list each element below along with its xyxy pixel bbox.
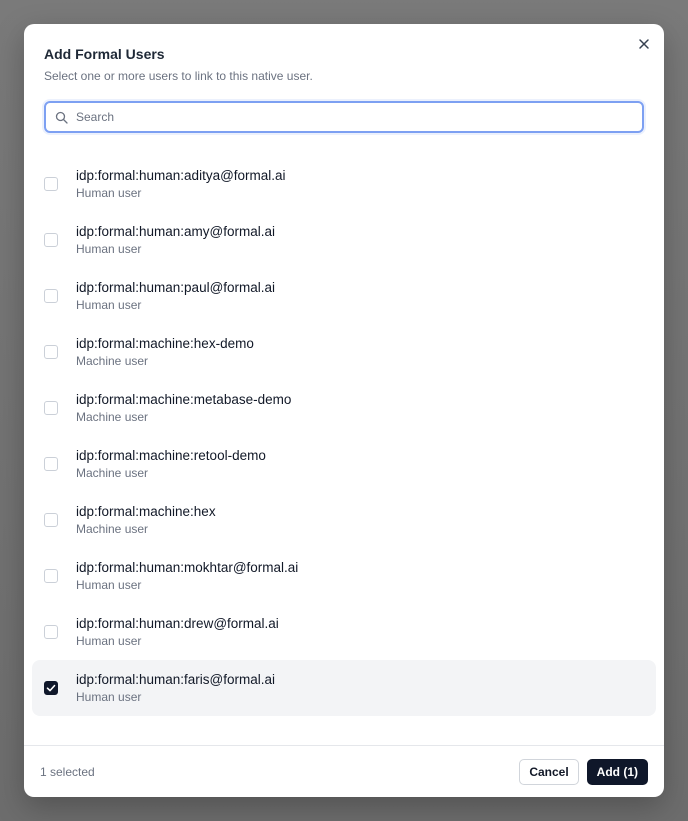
user-checkbox[interactable] [44,177,58,191]
user-type: Human user [76,690,142,704]
user-text: idp:formal:human:aditya@formal.ai Human u… [76,167,286,201]
user-name: idp:formal:machine:hex [76,504,216,519]
close-icon [639,39,649,49]
user-text: idp:formal:machine:metabase-demo Machine … [76,391,291,425]
user-name: idp:formal:human:mokhtar@formal.ai [76,560,299,575]
user-type: Machine user [76,354,149,368]
user-list-item[interactable]: idp:formal:human:mokhtar@formal.ai Human … [32,548,656,604]
user-checkbox[interactable] [44,625,58,639]
add-formal-users-dialog: Add Formal Users Select one or more user… [24,24,664,797]
user-name: idp:formal:human:amy@formal.ai [76,224,276,239]
check-icon [46,684,56,692]
user-checkbox[interactable] [44,457,58,471]
user-checkbox[interactable] [44,345,58,359]
user-list-item[interactable]: idp:formal:human:amy@formal.ai Human user [32,212,656,268]
user-list-item[interactable]: idp:formal:human:aditya@formal.ai Human u… [32,156,656,212]
user-type: Human user [76,634,142,648]
user-list: idp:formal:human:aditya@formal.ai Human u… [32,156,656,716]
user-text: idp:formal:human:mokhtar@formal.ai Human … [76,559,298,593]
user-name: idp:formal:human:aditya@formal.ai [76,168,286,183]
user-text: idp:formal:human:amy@formal.ai Human user [76,223,275,257]
user-type: Human user [76,578,142,592]
user-list-item[interactable]: idp:formal:machine:retool-demo Machine us… [32,436,656,492]
user-name: idp:formal:human:paul@formal.ai [76,280,276,295]
user-name: idp:formal:machine:retool-demo [76,448,266,463]
user-name: idp:formal:human:drew@formal.ai [76,616,279,631]
user-text: idp:formal:machine:retool-demo Machine us… [76,447,266,481]
user-name: idp:formal:machine:hex-demo [76,336,254,351]
search-icon [54,110,68,124]
footer-actions: Cancel Add (1) [519,758,648,785]
user-name: idp:formal:machine:metabase-demo [76,392,292,407]
user-type: Human user [76,186,142,200]
dialog-footer: 1 selected Cancel Add (1) [24,745,664,797]
user-type: Machine user [76,410,149,424]
cancel-button[interactable]: Cancel [519,758,579,785]
close-button[interactable] [636,36,652,52]
selected-count: 1 selected [40,764,95,779]
user-checkbox[interactable] [44,289,58,303]
user-list-item[interactable]: idp:formal:machine:hex Machine user [32,492,656,548]
user-type: Human user [76,298,142,312]
user-list-item[interactable]: idp:formal:machine:hex-demo Machine user [32,324,656,380]
dialog-title: Add Formal Users [44,46,165,62]
user-checkbox[interactable] [44,681,58,695]
user-checkbox[interactable] [44,401,58,415]
user-text: idp:formal:human:faris@formal.ai Human us… [76,671,275,705]
user-type: Machine user [76,522,149,536]
user-checkbox[interactable] [44,569,58,583]
add-button[interactable]: Add (1) [586,758,648,785]
user-checkbox[interactable] [44,513,58,527]
dialog-subtitle: Select one or more users to link to this… [44,69,313,83]
user-type: Machine user [76,466,149,480]
user-list-item[interactable]: idp:formal:human:faris@formal.ai Human us… [32,660,656,716]
user-type: Human user [76,242,142,256]
user-name: idp:formal:human:faris@formal.ai [76,672,276,687]
search-input[interactable] [74,109,618,125]
user-text: idp:formal:machine:hex-demo Machine user [76,335,254,369]
user-list-item[interactable]: idp:formal:human:drew@formal.ai Human use… [32,604,656,660]
user-text: idp:formal:human:paul@formal.ai Human use… [76,279,275,313]
user-text: idp:formal:machine:hex Machine user [76,503,216,537]
user-list-item[interactable]: idp:formal:human:paul@formal.ai Human use… [32,268,656,324]
user-text: idp:formal:human:drew@formal.ai Human use… [76,615,279,649]
search-field[interactable] [44,101,644,133]
user-checkbox[interactable] [44,233,58,247]
user-list-item[interactable]: idp:formal:machine:metabase-demo Machine … [32,380,656,436]
